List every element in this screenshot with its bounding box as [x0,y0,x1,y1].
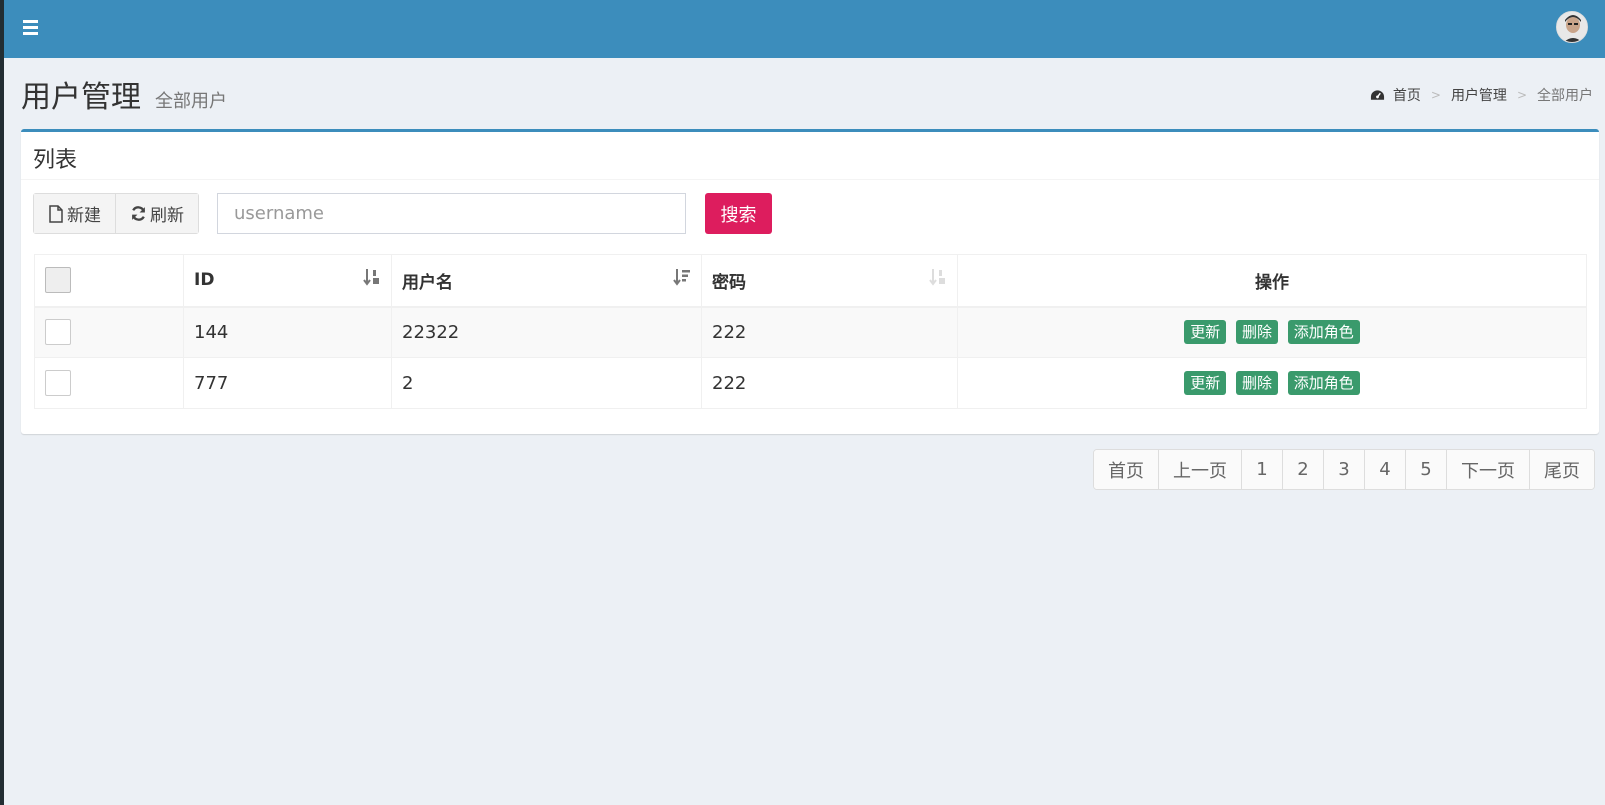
table-header-row: ID 用户名 密码 操作 [34,254,1587,308]
search-button[interactable]: 搜索 [705,193,772,234]
table-row: 144 22322 222 更新 删除 添加角色 [34,306,1587,358]
page-title: 用户管理 [21,80,141,115]
row-checkbox-cell [34,357,184,409]
row-checkbox-cell [34,306,184,358]
page-number[interactable]: 1 [1242,450,1283,489]
dashboard-icon [1370,89,1384,100]
page-number[interactable]: 4 [1365,450,1406,489]
column-header-username[interactable]: 用户名 [391,254,702,308]
refresh-icon [132,206,145,221]
cell-username: 22322 [391,306,702,358]
breadcrumb: 首页 > 用户管理 > 全部用户 [1370,85,1593,105]
delete-button[interactable]: 删除 [1235,371,1278,395]
list-box: 列表 新建 刷新 搜索 [21,129,1599,434]
cell-actions: 更新 删除 添加角色 [957,357,1587,409]
action-button-group: 新建 刷新 [33,193,199,234]
row-checkbox[interactable] [45,370,71,396]
breadcrumb-separator: > [1430,88,1441,102]
column-header-id[interactable]: ID [183,254,392,308]
toolbar: 新建 刷新 搜索 [33,193,772,234]
user-table: ID 用户名 密码 操作 144 22322 222 更新 删除 添加角色 77… [34,254,1587,409]
cell-password: 222 [701,306,958,358]
cell-password: 222 [701,357,958,409]
user-avatar[interactable] [1556,11,1588,43]
new-button-label: 新建 [67,206,101,226]
page-first[interactable]: 首页 [1094,450,1159,489]
add-role-button[interactable]: 添加角色 [1287,320,1360,345]
table-row: 777 2 222 更新 删除 添加角色 [34,357,1587,409]
page-subtitle: 全部用户 [155,91,227,112]
file-icon [49,204,63,223]
page-header: 用户管理 全部用户 [21,72,227,116]
select-all-checkbox[interactable] [45,267,71,294]
page-last[interactable]: 尾页 [1530,450,1594,489]
sort-amount-icon [673,269,690,286]
page-number[interactable]: 5 [1406,450,1447,489]
breadcrumb-separator: > [1516,88,1527,102]
top-navbar [4,0,1605,58]
refresh-button[interactable]: 刷新 [116,194,198,233]
hamburger-icon[interactable] [20,17,44,41]
row-checkbox[interactable] [45,319,71,346]
pagination: 首页 上一页 1 2 3 4 5 下一页 尾页 [1093,449,1595,490]
box-header: 列表 [21,132,1599,180]
page-prev[interactable]: 上一页 [1159,450,1242,489]
column-header-label: 用户名 [402,272,453,293]
avatar-icon [1557,12,1587,42]
breadcrumb-section[interactable]: 用户管理 [1451,85,1507,105]
page-number[interactable]: 2 [1283,450,1324,489]
username-search-input[interactable] [217,193,686,234]
column-header-label: 操作 [1255,272,1289,293]
column-header-label: 密码 [712,272,746,293]
update-button[interactable]: 更新 [1184,371,1227,395]
new-button[interactable]: 新建 [34,194,116,233]
column-header-actions: 操作 [957,254,1587,308]
cell-id: 144 [183,306,392,358]
page-number[interactable]: 3 [1324,450,1365,489]
breadcrumb-current: 全部用户 [1537,88,1593,104]
column-header-label: ID [194,270,215,291]
cell-id: 777 [183,357,392,409]
page-next[interactable]: 下一页 [1447,450,1530,489]
sort-neutral-icon [929,269,945,286]
column-header-password[interactable]: 密码 [701,254,958,308]
refresh-button-label: 刷新 [150,206,184,226]
select-all-cell [34,254,184,308]
sort-asc-icon [363,269,379,286]
add-role-button[interactable]: 添加角色 [1287,371,1360,395]
box-title: 列表 [33,148,78,173]
delete-button[interactable]: 删除 [1235,320,1278,345]
breadcrumb-home[interactable]: 首页 [1370,85,1421,105]
breadcrumb-home-label: 首页 [1392,88,1421,104]
update-button[interactable]: 更新 [1184,320,1227,345]
cell-actions: 更新 删除 添加角色 [957,306,1587,358]
cell-username: 2 [391,357,702,409]
